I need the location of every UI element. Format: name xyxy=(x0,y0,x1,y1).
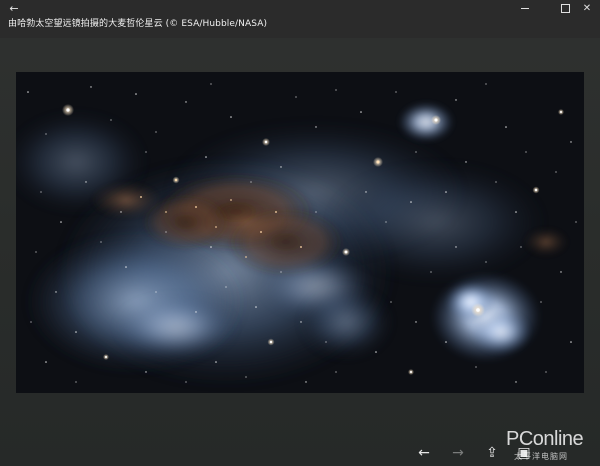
maximize-button[interactable] xyxy=(554,0,576,18)
back-button[interactable]: ← xyxy=(4,2,24,16)
next-button[interactable]: → xyxy=(448,444,468,462)
bottom-toolbar: ← → ⇪ ▣ xyxy=(0,430,600,466)
nebula-image xyxy=(16,72,584,393)
previous-button[interactable]: ← xyxy=(414,444,434,462)
window-title: 由哈勃太空望远镜拍摄的大麦哲伦星云 (© ESA/Hubble/NASA) xyxy=(8,19,268,29)
slideshow-icon: ▣ xyxy=(517,445,531,461)
title-bar: ← ✕ 由哈勃太空望远镜拍摄的大麦哲伦星云 (© ESA/Hubble/NASA… xyxy=(0,0,600,38)
arrow-right-icon: → xyxy=(452,445,464,461)
share-icon: ⇪ xyxy=(486,445,498,461)
arrow-left-icon: ← xyxy=(418,445,430,461)
photos-app-window: ← ✕ 由哈勃太空望远镜拍摄的大麦哲伦星云 (© ESA/Hubble/NASA… xyxy=(0,0,600,466)
minimize-icon xyxy=(521,7,529,9)
share-button[interactable]: ⇪ xyxy=(483,444,501,462)
close-icon: ✕ xyxy=(582,3,592,14)
slideshow-button[interactable]: ▣ xyxy=(515,444,533,462)
nebula-photo[interactable] xyxy=(16,72,584,393)
maximize-icon xyxy=(560,3,570,13)
close-button[interactable]: ✕ xyxy=(576,0,598,18)
back-arrow-icon: ← xyxy=(9,2,19,15)
minimize-button[interactable] xyxy=(514,0,536,18)
